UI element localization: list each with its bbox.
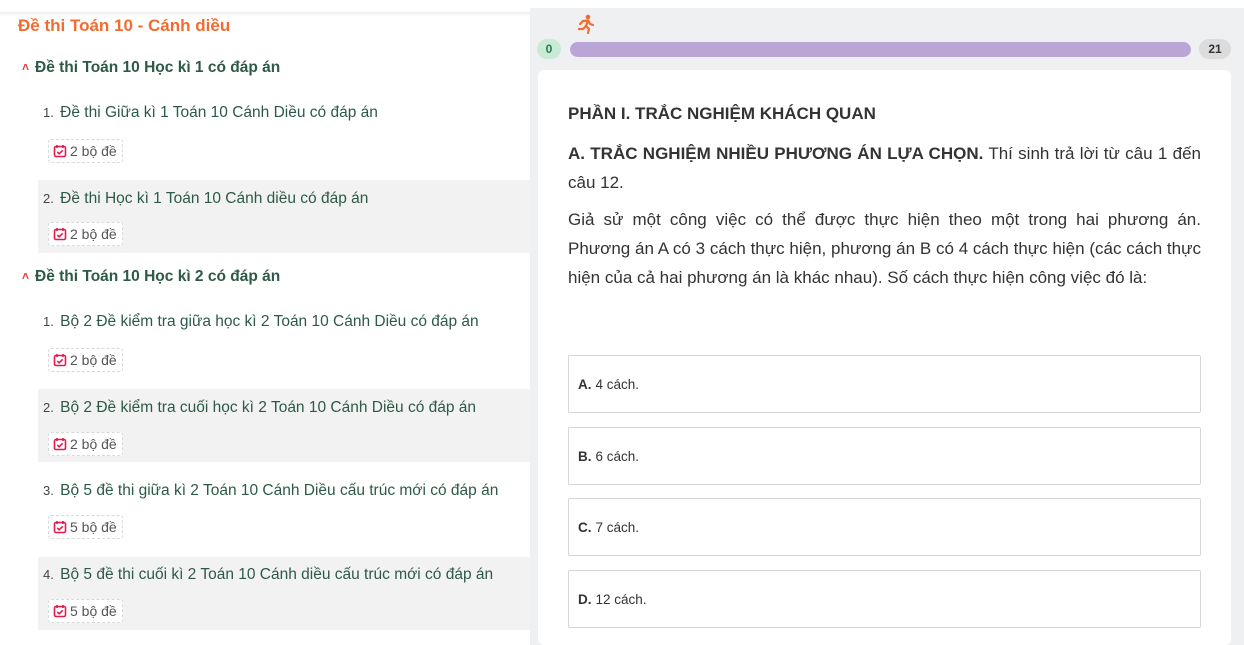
progress-bar	[570, 42, 1191, 57]
progress-start-badge: 0	[537, 39, 561, 59]
option-d[interactable]: D. 12 cách.	[568, 570, 1201, 628]
section-header-hk2[interactable]: ˄ Đề thi Toán 10 Học kì 2 có đáp án	[22, 268, 280, 286]
calendar-check-icon	[53, 228, 67, 241]
running-person-icon	[577, 14, 595, 34]
list-item[interactable]: 1. Bộ 2 Đề kiểm tra giữa học kì 2 Toán 1…	[38, 300, 530, 373]
item-title[interactable]: 2. Bộ 2 Đề kiểm tra cuối học kì 2 Toán 1…	[43, 399, 476, 417]
item-title[interactable]: 4. Bộ 5 đề thi cuối kì 2 Toán 10 Cánh di…	[43, 566, 493, 584]
section-header-hk1[interactable]: ˄ Đề thi Toán 10 Học kì 1 có đáp án	[22, 59, 280, 77]
calendar-check-icon	[53, 145, 67, 158]
list-item[interactable]: 2. Đề thi Học kì 1 Toán 10 Cánh diều có …	[38, 180, 530, 253]
option-b[interactable]: B. 6 cách.	[568, 427, 1201, 485]
item-title[interactable]: 2. Đề thi Học kì 1 Toán 10 Cánh diều có …	[43, 190, 368, 208]
item-title[interactable]: 1. Đề thi Giữa kì 1 Toán 10 Cánh Diều có…	[43, 104, 378, 122]
count-badge: 5 bộ đề	[48, 599, 123, 623]
count-badge: 2 bộ đề	[48, 348, 123, 372]
list-item[interactable]: 3. Bộ 5 đề thi giữa kì 2 Toán 10 Cánh Di…	[38, 470, 530, 543]
option-a[interactable]: A. 4 cách.	[568, 355, 1201, 413]
section-title: Đề thi Toán 10 Học kì 2 có đáp án	[35, 268, 281, 285]
progress-total-badge: 21	[1199, 39, 1231, 59]
calendar-check-icon	[53, 521, 67, 534]
sub-heading: A. TRẮC NGHIỆM NHIỀU PHƯƠNG ÁN LỰA CHỌN.…	[568, 144, 1201, 192]
part-heading: PHẦN I. TRẮC NGHIỆM KHÁCH QUAN	[568, 104, 876, 123]
count-badge: 2 bộ đề	[48, 139, 123, 163]
list-item[interactable]: 4. Bộ 5 đề thi cuối kì 2 Toán 10 Cánh di…	[38, 557, 530, 630]
item-title[interactable]: 3. Bộ 5 đề thi giữa kì 2 Toán 10 Cánh Di…	[43, 482, 498, 500]
section-title: Đề thi Toán 10 Học kì 1 có đáp án	[35, 59, 281, 76]
course-title[interactable]: Đề thi Toán 10 - Cánh diều	[18, 16, 230, 36]
calendar-check-icon	[53, 605, 67, 618]
list-item[interactable]: 1. Đề thi Giữa kì 1 Toán 10 Cánh Diều có…	[38, 91, 530, 164]
count-badge: 5 bộ đề	[48, 515, 123, 539]
count-badge: 2 bộ đề	[48, 222, 123, 246]
chevron-up-icon: ˄	[22, 269, 30, 283]
option-c[interactable]: C. 7 cách.	[568, 498, 1201, 556]
item-title[interactable]: 1. Bộ 2 Đề kiểm tra giữa học kì 2 Toán 1…	[43, 313, 479, 331]
list-item[interactable]: 2. Bộ 2 Đề kiểm tra cuối học kì 2 Toán 1…	[38, 389, 530, 462]
calendar-check-icon	[53, 354, 67, 367]
chevron-up-icon: ˄	[22, 60, 30, 74]
progress-fill	[570, 42, 1191, 57]
question-text: Giả sử một công việc có thể được thực hi…	[568, 210, 1201, 287]
calendar-check-icon	[53, 438, 67, 451]
count-badge: 2 bộ đề	[48, 432, 123, 456]
